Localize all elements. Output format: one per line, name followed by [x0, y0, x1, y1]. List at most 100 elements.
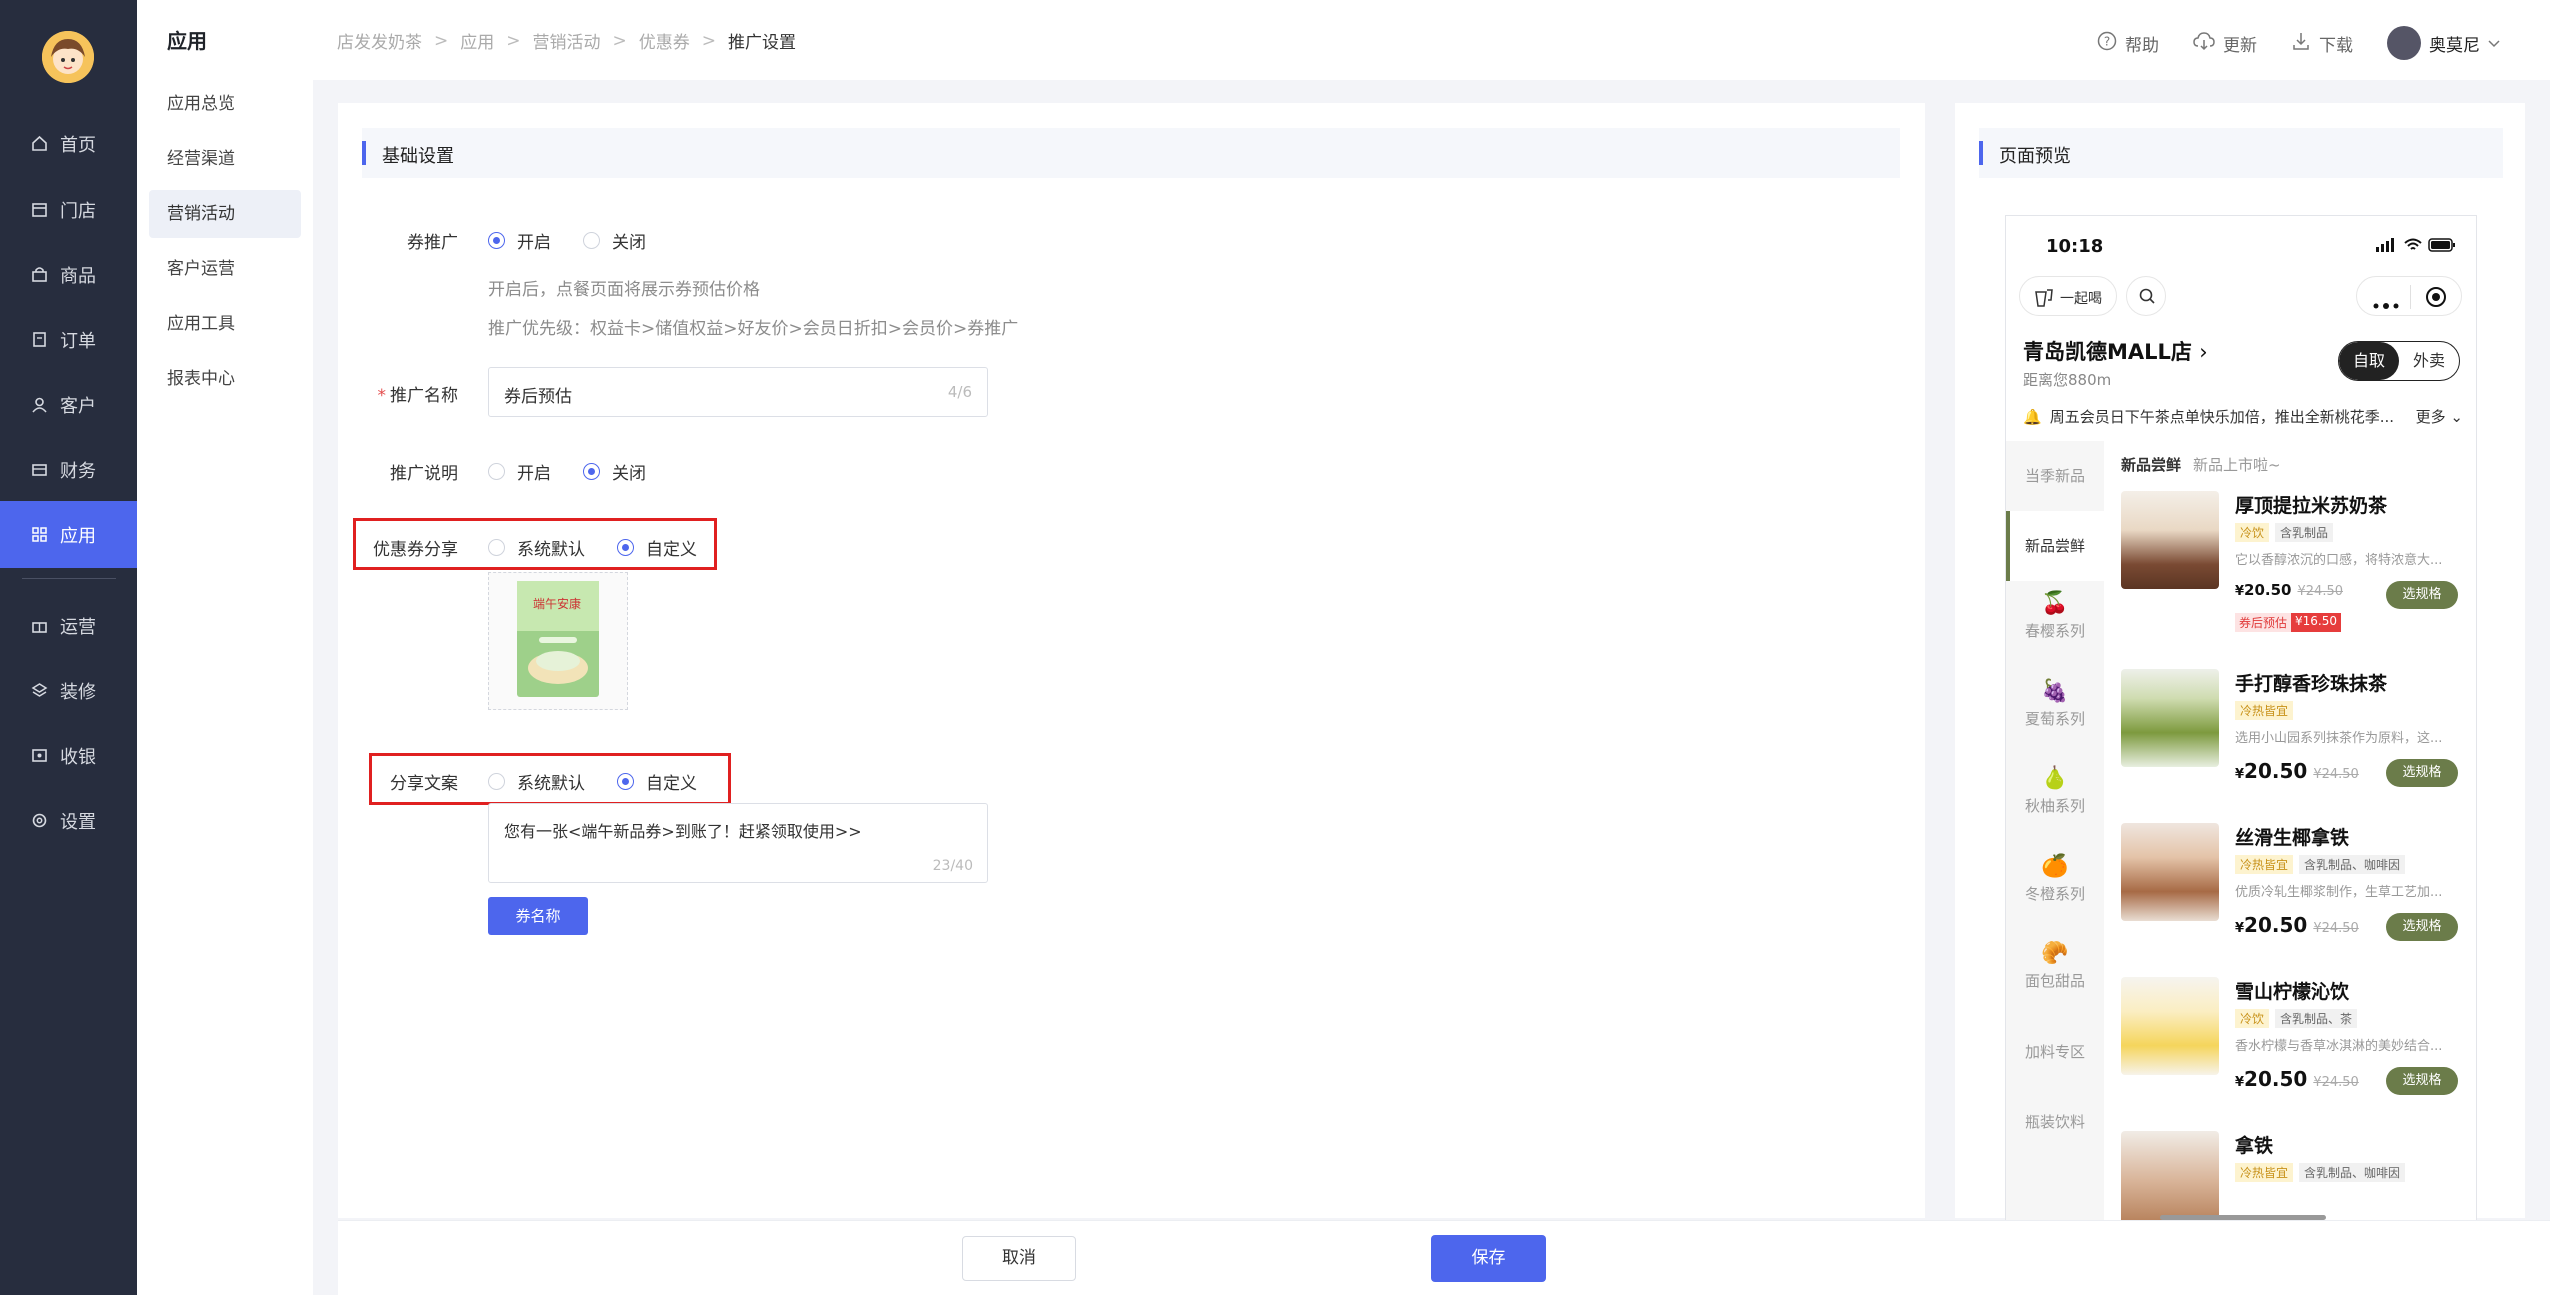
layers-icon	[30, 682, 48, 700]
subnav-item-customer-ops[interactable]: 客户运营	[149, 245, 301, 293]
nav-cashier[interactable]: 收银	[0, 722, 137, 789]
toggle-pickup[interactable]: 自取	[2339, 342, 2399, 380]
nav-home[interactable]: 首页	[0, 110, 137, 177]
update-button[interactable]: 更新	[2193, 31, 2257, 56]
subnav-item-reports[interactable]: 报表中心	[149, 355, 301, 403]
miniapp-capsule[interactable]	[2356, 276, 2462, 316]
category-item[interactable]: 瓶装饮料	[2006, 1111, 2104, 1151]
gift-icon	[30, 617, 48, 635]
category-item[interactable]: 加料专区	[2006, 1041, 2104, 1081]
coupon-share-default-radio[interactable]: 系统默认	[488, 535, 585, 560]
nav-customers[interactable]: 客户	[0, 371, 137, 438]
cup-icon	[2032, 286, 2054, 313]
category-item[interactable]: 🍊 冬橙系列	[2006, 854, 2104, 934]
notice-more[interactable]: 更多 ⌄	[2416, 406, 2463, 427]
save-button[interactable]: 保存	[1431, 1235, 1546, 1282]
product-name: 厚顶提拉米苏奶茶	[2235, 495, 2388, 517]
cancel-button[interactable]: 取消	[962, 1236, 1076, 1281]
nav-label: 首页	[60, 134, 96, 156]
category-item[interactable]: 新品尝鲜	[2006, 511, 2104, 581]
section-header: 基础设置	[362, 128, 1900, 178]
nav-operations[interactable]: 运营	[0, 592, 137, 659]
nav-finance[interactable]: 财务	[0, 436, 137, 503]
select-spec-button[interactable]: 选规格	[2386, 581, 2458, 609]
select-spec-button[interactable]: 选规格	[2386, 1067, 2458, 1095]
promo-desc-on-radio[interactable]: 开启	[488, 459, 551, 484]
promo-desc-off-radio[interactable]: 关闭	[583, 459, 646, 484]
sub-sidebar: 应用 应用总览 经营渠道 营销活动 客户运营 应用工具 报表中心	[137, 0, 313, 1295]
together-button[interactable]: 一起喝	[2019, 276, 2117, 316]
product-tag: 含乳制品、咖啡因	[2299, 1163, 2406, 1182]
topbar: 店发发奶茶 > 应用 > 营销活动 > 优惠券 > 推广设置 ? 帮助 更新 下载 奥莫…	[313, 0, 2550, 80]
nav-label: 运营	[60, 616, 96, 638]
store-name[interactable]: 青岛凯德MALL店 ›	[2023, 336, 2208, 366]
category-item[interactable]: 当季新品	[2006, 441, 2104, 511]
status-icons	[2376, 238, 2456, 252]
share-text-textarea[interactable]: 您有一张<端午新品券>到账了！赶紧领取使用>> 23/40	[488, 803, 988, 883]
together-label: 一起喝	[2060, 291, 2102, 307]
nav-settings[interactable]: 设置	[0, 787, 137, 854]
category-item[interactable]: 🍇 夏萄系列	[2006, 679, 2104, 759]
app-avatar[interactable]	[42, 31, 94, 83]
breadcrumb-item[interactable]: 店发发奶茶	[337, 28, 422, 53]
coupon-promo-on-radio[interactable]: 开启	[488, 228, 551, 253]
nav-store[interactable]: 门店	[0, 176, 137, 243]
subnav-item-overview[interactable]: 应用总览	[149, 80, 301, 128]
subnav-item-tools[interactable]: 应用工具	[149, 300, 301, 348]
nav-apps[interactable]: 应用	[0, 501, 137, 568]
user-icon	[30, 396, 48, 414]
nav-decorate[interactable]: 装修	[0, 657, 137, 724]
coupon-promo-off-radio[interactable]: 关闭	[583, 228, 646, 253]
nav-goods[interactable]: 商品	[0, 241, 137, 308]
nav-orders[interactable]: 订单	[0, 306, 137, 373]
gear-icon	[30, 812, 48, 830]
main-sidebar: 首页 门店 商品 订单 客户 财务 应用 运营 装修 收银 设置	[0, 0, 137, 1295]
category-item[interactable]: 🍐 秋柚系列	[2006, 766, 2104, 846]
help-icon: ?	[2097, 31, 2117, 56]
product-image	[2121, 1131, 2219, 1220]
product-item[interactable]: 丝滑生椰拿铁 冷热皆宜 含乳制品、咖啡因 优质冷轧生椰浆制作，生草工艺加... ¥…	[2121, 823, 2466, 953]
product-image	[2121, 491, 2219, 589]
breadcrumb-item[interactable]: 应用	[460, 28, 494, 53]
search-button[interactable]	[2126, 276, 2166, 316]
category-item[interactable]: 🍒 春樱系列	[2006, 591, 2104, 671]
nav-label: 客户	[60, 395, 96, 417]
product-item[interactable]: 雪山柠檬沁饮 冷饮 含乳制品、茶 香水柠檬与香草冰淇淋的美妙结合... ¥20.5…	[2121, 977, 2466, 1107]
subnav-item-channels[interactable]: 经营渠道	[149, 135, 301, 183]
product-item[interactable]: 拿铁 冷热皆宜 含乳制品、咖啡因	[2121, 1131, 2466, 1220]
product-name: 丝滑生椰拿铁	[2235, 827, 2350, 849]
promo-name-input[interactable]: 券后预估 4/6	[488, 367, 988, 417]
download-label: 下载	[2319, 35, 2353, 56]
subnav-item-marketing[interactable]: 营销活动	[149, 190, 301, 238]
notice-bar[interactable]: 🔔 周五会员日下午茶点单快乐加倍，推出全新桃花季... 更多 ⌄	[2023, 406, 2463, 427]
product-item[interactable]: 厚顶提拉米苏奶茶 冷饮 含乳制品 它以香醇浓沉的口感，将特浓意大... ¥20.5…	[2121, 491, 2466, 641]
download-button[interactable]: 下载	[2291, 31, 2353, 56]
breadcrumb-item[interactable]: 优惠券	[639, 28, 690, 53]
store-icon	[30, 201, 48, 219]
toggle-delivery[interactable]: 外卖	[2399, 342, 2459, 380]
priority-hint: 推广优先级：权益卡>储值权益>好友价>会员日折扣>会员价>券推广	[488, 319, 1019, 339]
nav-label: 门店	[60, 200, 96, 222]
share-text-radio-group: 系统默认 自定义	[488, 769, 729, 794]
char-counter: 23/40	[932, 858, 973, 874]
pickup-delivery-toggle[interactable]: 自取 外卖	[2338, 341, 2460, 381]
order-icon	[30, 331, 48, 349]
user-menu[interactable]: 奥莫尼	[2387, 26, 2500, 60]
share-text-default-radio[interactable]: 系统默认	[488, 769, 585, 794]
share-text-custom-radio[interactable]: 自定义	[617, 769, 697, 794]
select-spec-button[interactable]: 选规格	[2386, 759, 2458, 787]
help-button[interactable]: ? 帮助	[2097, 31, 2159, 56]
category-item[interactable]: 🥐 面包甜品	[2006, 941, 2104, 1021]
coupon-name-button[interactable]: 券名称	[488, 897, 588, 935]
product-name: 手打醇香珍珠抹茶	[2235, 673, 2388, 695]
battery-icon	[2428, 238, 2455, 252]
product-tag: 含乳制品	[2275, 523, 2334, 542]
coupon-share-image[interactable]: 端午安康	[488, 572, 628, 710]
breadcrumb-item[interactable]: 营销活动	[533, 28, 601, 53]
signal-icon	[2376, 238, 2394, 252]
product-tag: 冷热皆宜	[2235, 1163, 2294, 1182]
phone-time: 10:18	[2046, 236, 2104, 257]
product-item[interactable]: 手打醇香珍珠抹茶 冷热皆宜 选用小山园系列抹茶作为原料，这... ¥20.50 ¥…	[2121, 669, 2466, 799]
select-spec-button[interactable]: 选规格	[2386, 913, 2458, 941]
coupon-share-custom-radio[interactable]: 自定义	[617, 535, 697, 560]
